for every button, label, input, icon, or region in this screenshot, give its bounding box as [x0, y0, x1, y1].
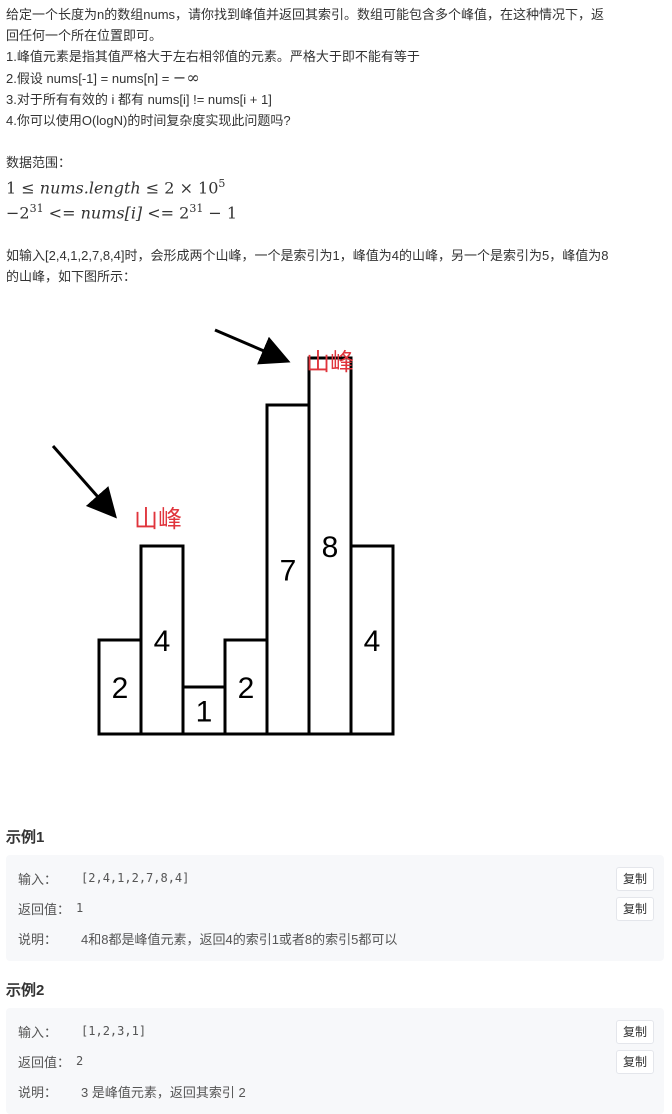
bar-value-5: 8	[322, 531, 339, 564]
input-label: 输入：	[18, 871, 58, 887]
example-intro: 的山峰，如下图所示：	[6, 268, 137, 284]
rule-2: 2.假设 nums[-1] = nums[n] = −∞	[6, 67, 662, 89]
explain-value: 3 是峰值元素，返回其索引 2	[81, 1084, 246, 1100]
output-label: 返回值：	[18, 901, 71, 917]
input-value: [2,4,1,2,7,8,4]	[81, 871, 190, 885]
rule-2-math: −∞	[172, 68, 200, 87]
description-line: 回任何一个所在位置即可。	[6, 28, 163, 43]
example-2-output-row: 返回值： 2	[18, 1046, 656, 1076]
output-label: 返回值：	[18, 1054, 71, 1070]
example-2-title: 示例2	[6, 982, 45, 999]
peak-label-left: 山峰	[134, 505, 182, 533]
problem-description: 给定一个长度为n的数组nums，请你找到峰值并返回其索引。数组可能包含多个峰值，…	[6, 4, 662, 287]
example-1-explain-row: 说明： 4和8都是峰值元素，返回4的索引1或者8的索引5都可以	[18, 923, 656, 953]
copy-input-button[interactable]: 复制	[615, 1020, 654, 1044]
arrow-left-peak	[51, 445, 117, 519]
example-2-box: 输入： [1,2,3,1] 复制 返回值： 2 复制 说明： 3 是峰值元素，返…	[6, 1008, 664, 1114]
peak-label-right: 山峰	[306, 348, 354, 376]
range-title: 数据范围：	[6, 155, 72, 170]
copy-input-button[interactable]: 复制	[615, 867, 654, 891]
bar-value-3: 2	[238, 672, 255, 705]
example-2-explain-row: 说明： 3 是峰值元素，返回其索引 2	[18, 1076, 656, 1106]
output-value: 2	[76, 1054, 84, 1068]
peak-diagram: 2412784 山峰 山峰	[51, 328, 395, 736]
example-1-output-row: 返回值： 1	[18, 893, 656, 923]
example-intro: 如输入[2,4,1,2,7,8,4]时，会形成两个山峰，一个是索引为1，峰值为4…	[6, 247, 609, 263]
explain-label: 说明：	[18, 1084, 58, 1100]
rule-1: 1.峰值元素是指其值严格大于左右相邻值的元素。严格大于即不能有等于	[6, 49, 420, 64]
example-1-box: 输入： [2,4,1,2,7,8,4] 复制 返回值： 1 复制 说明： 4和8…	[6, 855, 664, 961]
bar-value-4: 7	[280, 555, 297, 588]
bar-value-2: 1	[196, 696, 213, 729]
range-formula-1: 1 ≤ nums.length ≤ 2 × 105	[6, 177, 226, 198]
arrow-right-peak	[214, 328, 291, 365]
explain-value: 4和8都是峰值元素，返回4的索引1或者8的索引5都可以	[81, 931, 398, 947]
example-1-title: 示例1	[6, 829, 45, 846]
bar-value-0: 2	[112, 672, 129, 705]
rule-3: 3.对于所有有效的 i 都有 nums[i] != nums[i + 1]	[6, 92, 272, 107]
explain-label: 说明：	[18, 931, 58, 947]
copy-output-button[interactable]: 复制	[615, 897, 654, 921]
input-value: [1,2,3,1]	[81, 1024, 147, 1038]
output-value: 1	[76, 901, 84, 915]
example-1-input-row: 输入： [2,4,1,2,7,8,4]	[18, 863, 656, 893]
description-line: 给定一个长度为n的数组nums，请你找到峰值并返回其索引。数组可能包含多个峰值，…	[6, 7, 605, 22]
rule-4: 4.你可以使用O(logN)的时间复杂度实现此问题吗?	[6, 113, 291, 128]
bar-value-6: 4	[364, 625, 381, 658]
input-label: 输入：	[18, 1024, 58, 1040]
example-2-input-row: 输入： [1,2,3,1]	[18, 1016, 656, 1046]
bar-value-1: 4	[154, 625, 171, 658]
rule-2-text: 2.假设 nums[-1] = nums[n] =	[6, 71, 173, 86]
copy-output-button[interactable]: 复制	[615, 1050, 654, 1074]
range-formula-2: −231 <= nums[i] <= 231 − 1	[6, 202, 238, 223]
